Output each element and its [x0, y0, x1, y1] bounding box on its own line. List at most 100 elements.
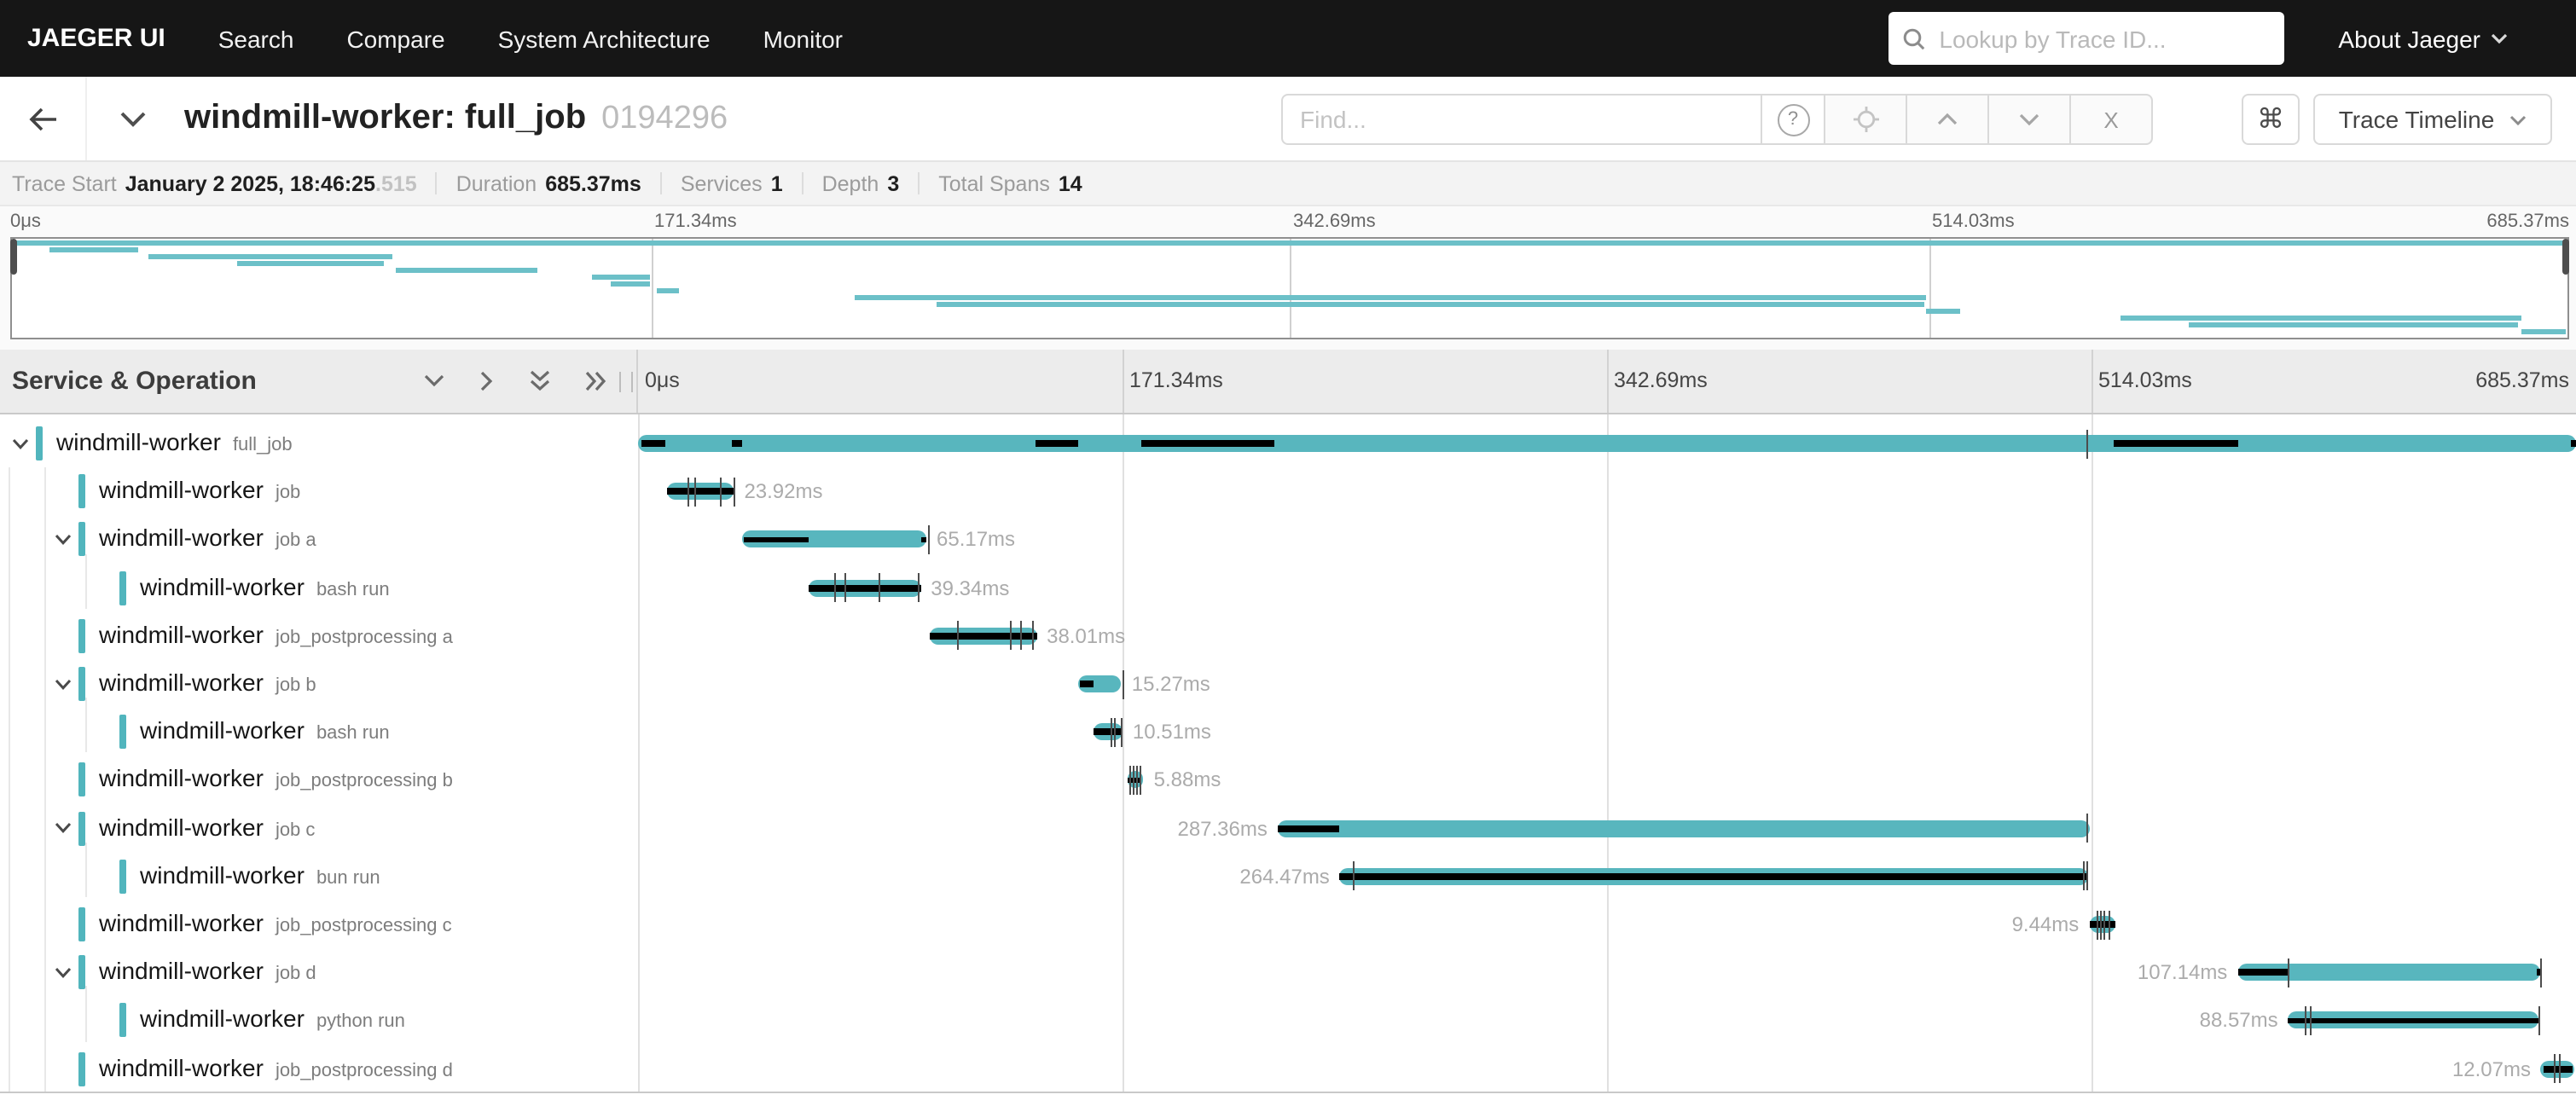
trace-title-text: windmill-worker: full_job: [184, 77, 586, 160]
span-timeline-row[interactable]: 23.92ms: [638, 467, 2576, 515]
service-name: windmill-workerbun run: [140, 861, 380, 889]
axis-cell-border: [2092, 350, 2093, 413]
span-tree-row[interactable]: windmill-workerbash run: [0, 708, 638, 756]
about-jaeger-menu[interactable]: About Jaeger: [2338, 25, 2508, 52]
expand-one-icon[interactable]: [479, 370, 495, 392]
find-clear-button[interactable]: X: [2069, 94, 2153, 145]
keyboard-shortcuts-button[interactable]: ⌘: [2242, 94, 2300, 145]
span-tree-row[interactable]: windmill-workerfull_job: [0, 420, 638, 467]
find-input[interactable]: [1281, 94, 1762, 145]
span-tree-row[interactable]: windmill-workerpython run: [0, 997, 638, 1045]
span-log-tick: [1111, 718, 1113, 747]
span-log-tick: [720, 478, 722, 507]
minimap-right-handle[interactable]: [2562, 239, 2569, 275]
span-timeline-row[interactable]: 107.14ms: [638, 948, 2576, 996]
depth-value: 3: [887, 171, 899, 195]
divider: [802, 172, 804, 194]
service-name: windmill-workerbash run: [140, 572, 390, 599]
services-value: 1: [771, 171, 783, 195]
span-duration-label: 23.92ms: [744, 467, 822, 515]
span-bar[interactable]: [1278, 820, 2091, 837]
span-log-tick: [733, 478, 734, 507]
span-tree-row[interactable]: windmill-workerjob a: [0, 516, 638, 564]
span-rows-area: windmill-workerfull_jobwindmill-workerjo…: [0, 414, 2576, 1093]
span-tree-row[interactable]: windmill-workerjob c: [0, 804, 638, 852]
service-color-accent: [78, 811, 85, 845]
span-timeline-row[interactable]: 5.88ms: [638, 756, 2576, 804]
find-prev-button[interactable]: [1906, 94, 1989, 145]
trace-id-lookup-input[interactable]: [1935, 23, 2270, 54]
span-timeline-row[interactable]: 9.44ms: [638, 901, 2576, 948]
find-next-button[interactable]: [1987, 94, 2071, 145]
operation-name: job a: [276, 531, 316, 552]
span-tree-row[interactable]: windmill-workerbun run: [0, 853, 638, 901]
span-log-tick: [1122, 669, 1123, 698]
column-resizer-handle[interactable]: [619, 372, 633, 392]
nav-item-compare[interactable]: Compare: [346, 25, 444, 52]
span-timeline-row[interactable]: 287.36ms: [638, 804, 2576, 852]
span-collapse-icon[interactable]: [54, 822, 71, 834]
critical-path-segment: [921, 536, 926, 543]
span-tree-row[interactable]: windmill-workerjob_postprocessing b: [0, 756, 638, 804]
focus-span-button[interactable]: [1824, 94, 1907, 145]
span-collapse-icon[interactable]: [54, 534, 71, 546]
span-timeline-row[interactable]: 15.27ms: [638, 660, 2576, 708]
collapse-all-icon[interactable]: [529, 370, 551, 392]
span-log-tick: [2097, 910, 2099, 939]
trace-summary-bar: Trace Start January 2 2025, 18:46:25 .51…: [0, 162, 2576, 206]
service-color-accent: [78, 907, 85, 941]
span-timeline-row[interactable]: 39.34ms: [638, 564, 2576, 611]
minimap-canvas[interactable]: [10, 237, 2569, 339]
span-tree-row[interactable]: windmill-workerjob_postprocessing c: [0, 901, 638, 948]
span-timeline-row[interactable]: 65.17ms: [638, 516, 2576, 564]
span-tree-row[interactable]: windmill-workerjob_postprocessing d: [0, 1045, 638, 1092]
chevron-down-icon: [2018, 113, 2040, 126]
expand-all-icon[interactable]: [585, 370, 607, 392]
collapse-one-icon[interactable]: [423, 374, 445, 389]
span-duration-label: 15.27ms: [1132, 660, 1210, 708]
operation-name: full_job: [233, 435, 293, 455]
minimap-span-bar: [1925, 309, 1960, 314]
back-button[interactable]: [0, 77, 87, 160]
find-help-button[interactable]: ?: [1761, 94, 1825, 145]
critical-path-segment: [1278, 825, 1340, 832]
minimap-span-bar: [2521, 329, 2567, 334]
search-icon: [1901, 26, 1925, 50]
span-tree-row[interactable]: windmill-workerbash run: [0, 564, 638, 611]
span-collapse-icon[interactable]: [12, 437, 29, 449]
span-bar[interactable]: [638, 435, 2576, 452]
minimap-left-handle[interactable]: [10, 239, 17, 275]
span-timeline-row[interactable]: 88.57ms: [638, 997, 2576, 1045]
nav-item-monitor[interactable]: Monitor: [763, 25, 843, 52]
minimap-span-bar: [238, 261, 385, 266]
span-timeline-row[interactable]: [638, 420, 2576, 467]
jaeger-logo[interactable]: JAEGER UI: [27, 24, 165, 53]
service-color-accent: [36, 426, 43, 460]
critical-path-segment: [1093, 729, 1123, 736]
span-timeline-row[interactable]: 12.07ms: [638, 1045, 2576, 1092]
trace-start-label: Trace Start: [12, 171, 117, 195]
span-timeline-row[interactable]: 264.47ms: [638, 853, 2576, 901]
span-timeline-row[interactable]: 10.51ms: [638, 708, 2576, 756]
nav-item-search[interactable]: Search: [218, 25, 294, 52]
span-log-tick: [834, 573, 836, 602]
span-log-tick: [1140, 766, 1141, 795]
trace-view-select[interactable]: Trace Timeline: [2313, 94, 2552, 145]
span-tree-row[interactable]: windmill-workerjob b: [0, 660, 638, 708]
span-timeline-row[interactable]: 38.01ms: [638, 612, 2576, 660]
help-icon: ?: [1777, 103, 1809, 136]
span-tree-row[interactable]: windmill-workerjob: [0, 467, 638, 515]
axis-tick-label: 514.03ms: [2098, 368, 2192, 392]
nav-item-system-architecture[interactable]: System Architecture: [498, 25, 711, 52]
critical-path-segment: [1079, 681, 1094, 687]
span-collapse-icon[interactable]: [54, 967, 71, 979]
span-duration-label: 264.47ms: [1239, 853, 1329, 901]
span-tree-row[interactable]: windmill-workerjob_postprocessing a: [0, 612, 638, 660]
span-tree-row[interactable]: windmill-workerjob d: [0, 948, 638, 996]
service-name: windmill-workerjob d: [99, 958, 316, 985]
command-icon: ⌘: [2257, 102, 2284, 136]
span-collapse-icon[interactable]: [54, 678, 71, 690]
operation-name: bash run: [316, 724, 390, 744]
duration-label: Duration: [456, 171, 537, 195]
trace-detail-toggle[interactable]: [119, 77, 147, 160]
